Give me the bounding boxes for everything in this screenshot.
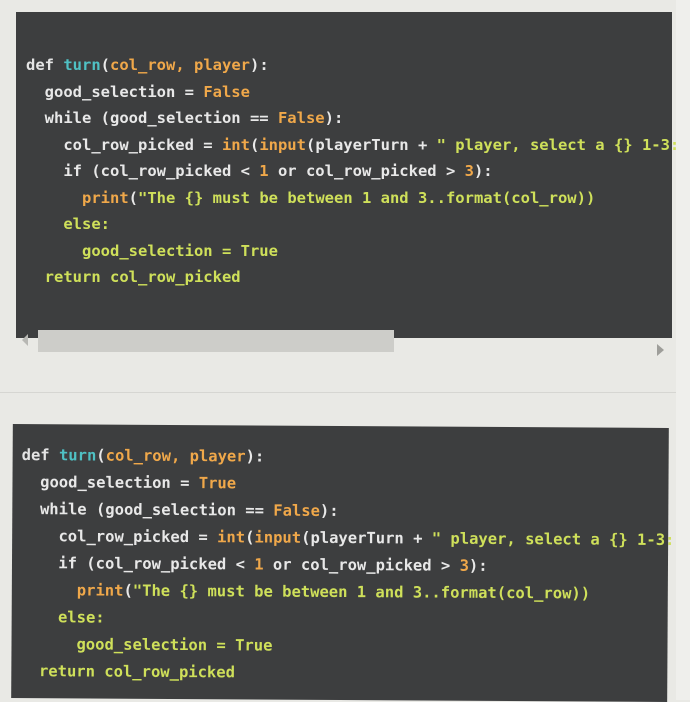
code-token: 1	[259, 162, 269, 180]
code-line: col_row_picked = int(input(playerTurn + …	[21, 523, 674, 554]
code-line: else:	[21, 604, 674, 635]
code-token: "The {} must be between 1 and 3..format(…	[132, 581, 591, 603]
code-token: input	[259, 135, 306, 154]
code-line: if (col_row_picked < 1 or col_row_picked…	[21, 550, 674, 581]
code-token: False	[273, 501, 321, 520]
code-token: 1	[254, 555, 264, 574]
code-listing: def turn(col_row, player): good_selectio…	[20, 442, 675, 689]
code-token: (playerTurn +	[305, 135, 437, 154]
code-token: 3	[459, 556, 469, 575]
code-block-2: def turn(col_row, player): good_selectio…	[11, 423, 674, 702]
code-token: "The {} must be between 1 and 3..format(…	[138, 188, 596, 207]
code-line: print("The {} must be between 1 and 3..f…	[26, 185, 679, 212]
code-token: return col_row_picked	[20, 662, 236, 682]
scroll-left-arrow-icon[interactable]	[22, 334, 28, 346]
code-token: def	[26, 56, 64, 74]
code-token: ):	[245, 447, 265, 466]
code-line: good_selection = True	[26, 238, 679, 265]
code-token: True	[198, 474, 237, 493]
section-divider	[0, 392, 690, 393]
code-token: good_selection = True	[20, 635, 273, 655]
code-token: turn	[63, 56, 101, 74]
code-token: " player, select a {} 1-3:	[436, 135, 680, 154]
code-token: int	[217, 528, 246, 547]
code-token: or col_row_picked >	[268, 162, 465, 180]
code-token: else:	[26, 215, 110, 233]
code-line: good_selection = False	[26, 79, 679, 106]
code-token: ):	[468, 556, 488, 575]
code-token: good_selection =	[26, 82, 204, 101]
code-token: if (col_row_picked <	[26, 162, 260, 180]
scroll-right-arrow-icon[interactable]	[657, 344, 664, 356]
code-line: def turn(col_row, player):	[26, 52, 679, 79]
code-token: input	[254, 528, 302, 547]
code-line: return col_row_picked	[26, 264, 679, 291]
code-token: (	[123, 581, 133, 600]
code-token: int	[221, 135, 250, 154]
code-token: (playerTurn +	[301, 528, 432, 548]
code-token: col_row_picked =	[26, 135, 222, 154]
horizontal-scrollbar[interactable]	[16, 330, 672, 356]
code-token: turn	[58, 446, 97, 465]
code-line: return col_row_picked	[20, 658, 673, 689]
code-token: while (good_selection ==	[26, 109, 278, 127]
code-token: (	[100, 56, 110, 74]
code-line: if (col_row_picked < 1 or col_row_picked…	[26, 158, 679, 185]
code-token: else:	[20, 608, 105, 627]
code-token: ):	[324, 109, 344, 127]
code-token: good_selection =	[21, 473, 199, 493]
code-token: False	[203, 82, 250, 101]
code-token: if (col_row_picked <	[20, 554, 255, 574]
code-token: 3	[464, 162, 474, 180]
code-line: good_selection = True	[20, 631, 673, 662]
code-token: def	[21, 446, 60, 465]
code-token: print	[76, 581, 124, 600]
code-token: col_row, player	[105, 446, 246, 466]
code-token: (	[128, 188, 139, 207]
code-line: else:	[26, 211, 679, 238]
code-token: (	[249, 135, 260, 154]
code-token: " player, select a {} 1-3:	[431, 529, 675, 550]
code-line: while (good_selection == False):	[21, 496, 674, 527]
code-token: ):	[249, 56, 269, 74]
code-token: return col_row_picked	[26, 268, 241, 286]
code-token: False	[277, 109, 325, 127]
code-token: col_row, player	[110, 56, 250, 74]
code-block-1: def turn(col_row, player): good_selectio…	[16, 12, 679, 338]
code-line: col_row_picked = int(input(playerTurn + …	[26, 132, 679, 159]
code-token: ):	[473, 162, 493, 180]
code-listing: def turn(col_row, player): good_selectio…	[26, 52, 679, 291]
code-token: (	[245, 528, 255, 547]
code-token: or col_row_picked >	[263, 555, 460, 575]
code-token: col_row_picked =	[21, 527, 218, 547]
code-token: while (good_selection ==	[21, 500, 274, 520]
code-token: print	[82, 188, 129, 207]
code-line: print("The {} must be between 1 and 3..f…	[21, 577, 674, 608]
scrollbar-thumb[interactable]	[38, 330, 394, 352]
code-line: good_selection = True	[21, 469, 674, 500]
code-line: while (good_selection == False):	[26, 105, 679, 132]
code-token: ):	[319, 501, 339, 520]
page-edge	[676, 0, 690, 700]
code-line: def turn(col_row, player):	[22, 442, 675, 473]
code-token: (	[96, 446, 106, 465]
code-token: good_selection = True	[26, 241, 278, 260]
